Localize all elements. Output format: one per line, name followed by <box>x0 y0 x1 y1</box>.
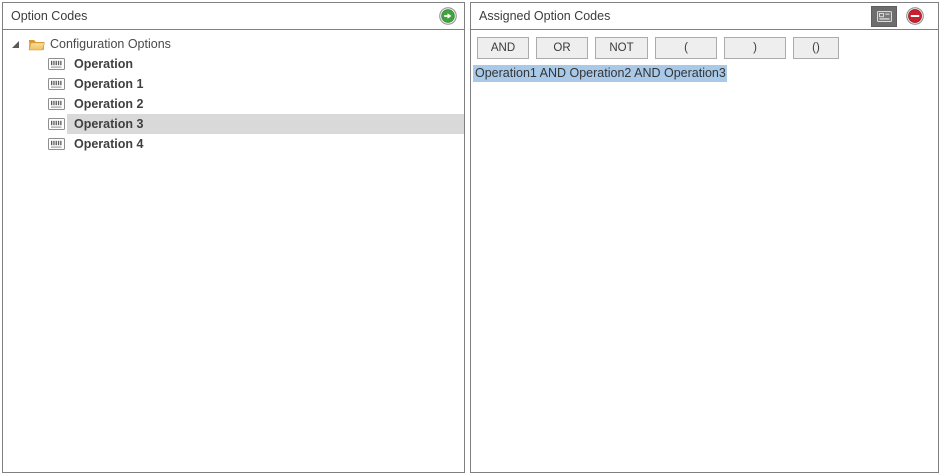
tree-item-label: Operation 4 <box>74 137 143 151</box>
option-code-card-toggle-button[interactable] <box>871 6 897 27</box>
option-code-card-icon <box>877 11 892 22</box>
tree-item-label: Operation 3 <box>74 117 143 131</box>
barcode-icon <box>48 98 65 110</box>
open-folder-icon <box>28 38 45 51</box>
barcode-icon <box>48 58 65 70</box>
tree-item-operation[interactable]: Operation <box>3 54 464 74</box>
expanded-triangle-icon[interactable] <box>9 40 22 49</box>
open-paren-button[interactable]: ( <box>655 37 717 59</box>
operator-toolbar: AND OR NOT ( ) () <box>471 30 938 59</box>
expression-area: Operation1 AND Operation2 AND Operation3 <box>473 64 938 82</box>
tree-item-operation-4[interactable]: Operation 4 <box>3 134 464 154</box>
paren-pair-button[interactable]: () <box>793 37 839 59</box>
operator-and-button[interactable]: AND <box>477 37 529 59</box>
tree-root-configuration-options[interactable]: Configuration Options <box>3 34 464 54</box>
barcode-icon <box>48 118 65 130</box>
option-codes-tree: Configuration Options Operation <box>3 30 464 154</box>
remove-assigned-code-button[interactable] <box>906 7 924 25</box>
assigned-option-codes-header: Assigned Option Codes <box>471 3 938 30</box>
tree-item-label: Operation 1 <box>74 77 143 91</box>
operator-not-button[interactable]: NOT <box>595 37 648 59</box>
close-paren-button[interactable]: ) <box>724 37 786 59</box>
barcode-icon <box>48 138 65 150</box>
green-arrow-right-circle-icon <box>439 7 457 25</box>
tree-root-label: Configuration Options <box>50 37 171 51</box>
barcode-icon <box>48 78 65 90</box>
assign-option-code-button[interactable] <box>439 7 457 25</box>
tree-item-label: Operation <box>74 57 133 71</box>
assigned-option-codes-title: Assigned Option Codes <box>479 9 871 23</box>
option-codes-title: Option Codes <box>11 9 439 23</box>
assigned-expression-text[interactable]: Operation1 AND Operation2 AND Operation3 <box>473 65 727 82</box>
tree-item-operation-3[interactable]: Operation 3 <box>3 114 464 134</box>
tree-item-operation-2[interactable]: Operation 2 <box>3 94 464 114</box>
remove-red-circle-icon <box>906 7 924 25</box>
assigned-option-codes-panel: Assigned Option Codes AND <box>470 2 939 473</box>
option-codes-header: Option Codes <box>3 3 464 30</box>
option-codes-panel: Option Codes <box>2 2 465 473</box>
tree-item-label: Operation 2 <box>74 97 143 111</box>
tree-item-operation-1[interactable]: Operation 1 <box>3 74 464 94</box>
operator-or-button[interactable]: OR <box>536 37 588 59</box>
